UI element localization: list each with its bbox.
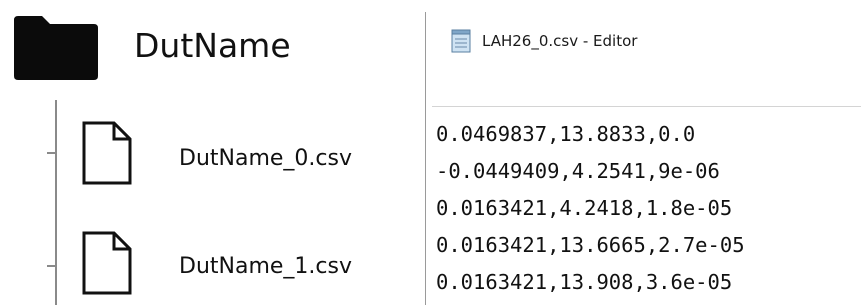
folder-icon[interactable] (12, 14, 100, 82)
csv-line[interactable]: -0.0449409,4.2541,9e-06 (436, 153, 860, 190)
editor-window: LAH26_0.csv - Editor 0.0469837,13.8833,0… (426, 0, 861, 305)
file-tree: DutName DutName_0.csv DutName_1.csv (0, 0, 425, 305)
file-item-label[interactable]: DutName_0.csv (179, 144, 352, 174)
csv-line[interactable]: 0.0163421,13.908,3.6e-05 (436, 264, 860, 301)
file-icon[interactable] (82, 121, 132, 185)
file-item-label[interactable]: DutName_1.csv (179, 252, 352, 282)
editor-title: LAH26_0.csv - Editor (482, 32, 638, 50)
folder-label[interactable]: DutName (134, 24, 291, 68)
csv-line[interactable]: 0.0163421,4.2418,1.8e-05 (436, 190, 860, 227)
file-icon[interactable] (82, 231, 132, 295)
csv-line[interactable]: 0.0469837,13.8833,0.0 (436, 116, 860, 153)
tree-branch-line (47, 152, 57, 154)
notepad-icon (451, 29, 471, 53)
editor-separator (432, 106, 861, 107)
tree-branch-line (47, 265, 57, 267)
csv-line[interactable]: 0.0163421,13.6665,2.7e-05 (436, 227, 860, 264)
tree-connector-dashed (55, 272, 57, 305)
editor-text-area[interactable]: 0.0469837,13.8833,0.0 -0.0449409,4.2541,… (436, 116, 860, 301)
